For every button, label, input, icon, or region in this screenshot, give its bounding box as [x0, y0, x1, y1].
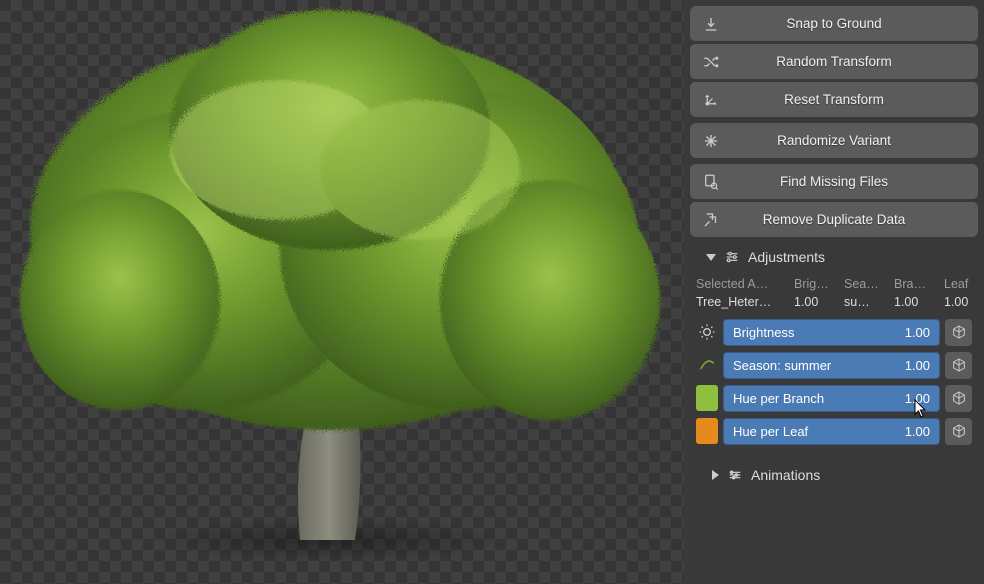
- adjustments-header[interactable]: Adjustments: [690, 243, 978, 267]
- button-label: Remove Duplicate Data: [732, 212, 978, 227]
- hue-branch-swatch[interactable]: [696, 385, 718, 411]
- button-label: Randomize Variant: [732, 133, 978, 148]
- th-leaf[interactable]: Leaf: [944, 277, 984, 291]
- snap-to-ground-button[interactable]: Snap to Ground: [690, 6, 978, 41]
- button-label: Reset Transform: [732, 92, 978, 107]
- asterisk-icon: [690, 132, 732, 150]
- hue-branch-slider[interactable]: Hue per Branch 1.00: [723, 385, 940, 412]
- shuffle-icon: [690, 53, 732, 71]
- transform-group: Snap to Ground Random Transform Reset Tr…: [690, 6, 978, 117]
- brightness-slider[interactable]: Brightness 1.00: [723, 319, 940, 346]
- th-branch[interactable]: Bra…: [894, 277, 938, 291]
- disclosure-open-icon: [706, 254, 716, 261]
- remove-duplicate-button[interactable]: Remove Duplicate Data: [690, 202, 978, 237]
- apply-brightness-button[interactable]: [945, 319, 972, 346]
- td-leaf: 1.00: [944, 295, 984, 309]
- td-asset: Tree_Heter…: [696, 295, 788, 309]
- slider-label: Brightness: [733, 325, 794, 340]
- randomize-variant-button[interactable]: Randomize Variant: [690, 123, 978, 158]
- season-slider[interactable]: Season: summer 1.00: [723, 352, 940, 379]
- brightness-row: Brightness 1.00: [696, 317, 972, 347]
- td-branch: 1.00: [894, 295, 938, 309]
- apply-hue-branch-button[interactable]: [945, 385, 972, 412]
- button-label: Find Missing Files: [732, 174, 978, 189]
- section-title: Animations: [751, 467, 820, 483]
- sun-icon: [696, 319, 718, 345]
- reset-transform-button[interactable]: Reset Transform: [690, 82, 978, 117]
- adjustments-table: Selected A… Brig… Sea… Bra… Leaf Tree_He…: [690, 273, 978, 455]
- season-row: Season: summer 1.00: [696, 350, 972, 380]
- apply-hue-leaf-button[interactable]: [945, 418, 972, 445]
- slider-value: 1.00: [905, 325, 930, 340]
- tree-preview: [0, 0, 680, 584]
- animations-header[interactable]: Animations: [690, 461, 978, 485]
- slider-label: Season: summer: [733, 358, 831, 373]
- side-panel: Snap to Ground Random Transform Reset Tr…: [684, 0, 984, 584]
- disclosure-closed-icon: [712, 470, 719, 480]
- leaf-arc-icon: [696, 352, 718, 378]
- table-header-row: Selected A… Brig… Sea… Bra… Leaf: [696, 277, 972, 291]
- button-label: Random Transform: [732, 54, 978, 69]
- hue-branch-row: Hue per Branch 1.00: [696, 383, 972, 413]
- data-group: Find Missing Files Remove Duplicate Data: [690, 164, 978, 237]
- button-label: Snap to Ground: [732, 16, 978, 31]
- dedupe-icon: [690, 211, 732, 229]
- hue-leaf-slider[interactable]: Hue per Leaf 1.00: [723, 418, 940, 445]
- variant-group: Randomize Variant: [690, 123, 978, 158]
- slider-value: 1.00: [905, 424, 930, 439]
- slider-value: 1.00: [905, 358, 930, 373]
- td-season: su…: [844, 295, 888, 309]
- random-transform-button[interactable]: Random Transform: [690, 44, 978, 79]
- download-icon: [690, 15, 732, 33]
- slider-value: 1.00: [905, 391, 930, 406]
- hue-leaf-row: Hue per Leaf 1.00: [696, 416, 972, 446]
- th-asset[interactable]: Selected A…: [696, 277, 788, 291]
- search-file-icon: [690, 173, 732, 191]
- find-missing-files-button[interactable]: Find Missing Files: [690, 164, 978, 199]
- th-season[interactable]: Sea…: [844, 277, 888, 291]
- animation-icon: [727, 467, 743, 483]
- hue-leaf-swatch[interactable]: [696, 418, 718, 444]
- viewport-3d[interactable]: [0, 0, 684, 584]
- td-brightness: 1.00: [794, 295, 838, 309]
- apply-season-button[interactable]: [945, 352, 972, 379]
- section-title: Adjustments: [748, 249, 825, 265]
- table-row[interactable]: Tree_Heter… 1.00 su… 1.00 1.00: [696, 295, 972, 309]
- slider-label: Hue per Leaf: [733, 424, 808, 439]
- th-brightness[interactable]: Brig…: [794, 277, 838, 291]
- axes-reset-icon: [690, 91, 732, 109]
- slider-label: Hue per Branch: [733, 391, 824, 406]
- sliders-icon: [724, 249, 740, 265]
